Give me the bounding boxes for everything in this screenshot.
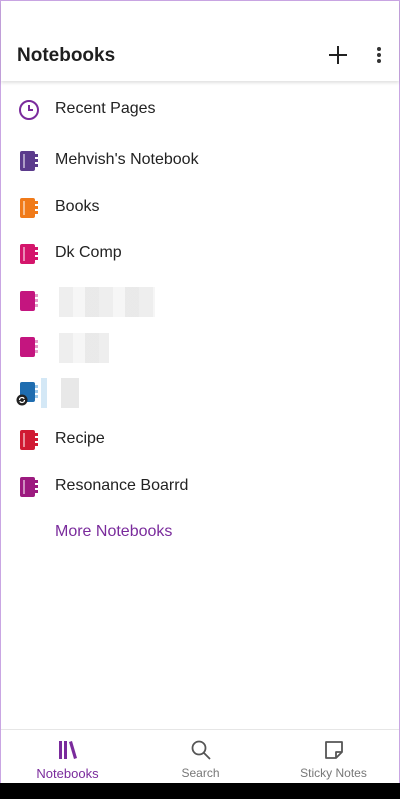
notebook-icon xyxy=(20,337,38,357)
recent-pages-item[interactable]: Recent Pages xyxy=(1,86,399,132)
notebook-icon xyxy=(20,151,38,171)
plus-icon xyxy=(329,46,347,64)
notebook-icon xyxy=(20,430,38,450)
recent-pages-label: Recent Pages xyxy=(55,100,156,117)
add-notebook-button[interactable] xyxy=(325,41,351,69)
tab-label: Sticky Notes xyxy=(300,766,367,780)
notebook-icon xyxy=(20,198,38,218)
more-notebooks-link[interactable]: More Notebooks xyxy=(55,523,172,541)
notebook-label: Resonance Boarrd xyxy=(55,477,189,494)
notebook-item[interactable]: Dk Comp xyxy=(1,230,399,276)
library-icon xyxy=(58,741,77,759)
notebook-label: Mehvish's Notebook xyxy=(55,151,199,168)
system-navigation-bar xyxy=(0,783,400,799)
clock-icon xyxy=(19,100,39,120)
tab-sticky-notes[interactable]: Sticky Notes xyxy=(267,730,400,784)
app-bar: Notebooks xyxy=(1,1,399,81)
notebook-item[interactable]: Resonance Boarrd xyxy=(1,463,399,509)
redacted-label xyxy=(41,378,79,408)
bottom-navigation: Notebooks Search Sticky Notes xyxy=(1,729,399,783)
redacted-label xyxy=(59,287,155,317)
notebook-label: Books xyxy=(55,198,100,215)
redacted-label xyxy=(59,333,109,363)
tab-notebooks[interactable]: Notebooks xyxy=(1,730,134,784)
search-icon xyxy=(191,740,211,760)
tab-label: Search xyxy=(181,766,220,780)
notebook-item[interactable] xyxy=(1,323,399,369)
notebook-icon xyxy=(20,291,38,311)
notebook-item[interactable] xyxy=(1,277,399,323)
notebook-icon xyxy=(20,477,38,497)
notebook-label: Recipe xyxy=(55,430,105,447)
notebook-label: Dk Comp xyxy=(55,244,122,261)
more-options-button[interactable] xyxy=(367,41,391,69)
sticky-note-icon xyxy=(324,741,343,759)
tab-search[interactable]: Search xyxy=(134,730,267,784)
notebook-item[interactable]: Recipe xyxy=(1,416,399,462)
notebook-item[interactable]: Mehvish's Notebook xyxy=(1,137,399,183)
more-vertical-icon xyxy=(377,47,381,63)
notebook-item[interactable] xyxy=(1,368,399,414)
notebook-item[interactable]: Books xyxy=(1,184,399,230)
tab-label: Notebooks xyxy=(36,766,99,781)
notebook-icon xyxy=(20,244,38,264)
sync-icon xyxy=(16,394,28,406)
page-title: Notebooks xyxy=(17,45,116,66)
